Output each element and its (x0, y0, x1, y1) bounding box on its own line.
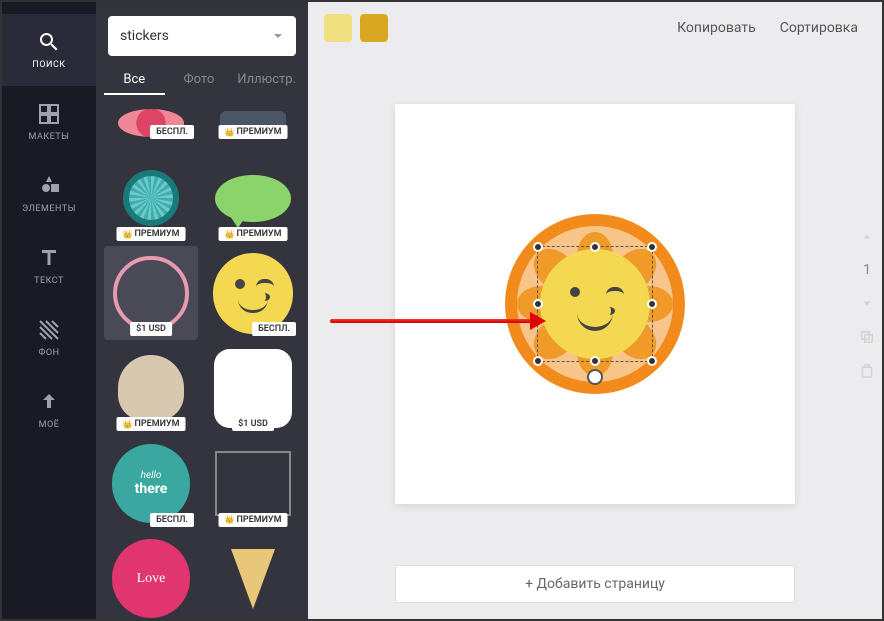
canvas-topbar: Копировать Сортировка (308, 2, 882, 54)
sticker-thumb[interactable] (206, 532, 300, 619)
sticker-thumb[interactable]: hellothereБЕСПЛ. (104, 437, 198, 531)
filter-tabs: Все Фото Иллюстр. (96, 66, 308, 103)
sticker-thumb[interactable]: ПРЕМИУМ (206, 151, 300, 245)
sticker-thumb[interactable]: ПРЕМИУМ (206, 437, 300, 531)
sticker-thumb[interactable]: БЕСПЛ. (104, 103, 198, 143)
search-input[interactable] (108, 16, 296, 56)
upload-icon (37, 390, 61, 414)
tool-text-label: ТЕКСТ (34, 276, 64, 286)
badge-free: БЕСПЛ. (252, 322, 296, 336)
rotate-handle[interactable] (587, 369, 603, 385)
badge-premium: ПРЕМИУМ (219, 227, 288, 241)
resize-handle[interactable] (533, 299, 543, 309)
tab-illustr[interactable]: Иллюстр. (233, 66, 300, 95)
color-swatch-1[interactable] (324, 14, 352, 42)
add-page-button[interactable]: + Добавить страницу (395, 565, 795, 603)
tool-text[interactable]: ТЕКСТ (2, 230, 96, 302)
background-icon (37, 318, 61, 342)
tool-layouts[interactable]: МАКЕТЫ (2, 86, 96, 158)
badge-free: БЕСПЛ. (150, 125, 194, 139)
tab-all[interactable]: Все (104, 66, 165, 95)
badge-price: $1 USD (130, 322, 172, 336)
sticker-gallery: БЕСПЛ. ПРЕМИУМ ПРЕМИУМ ПРЕМИУМ $1 USD БЕ… (96, 103, 308, 619)
tool-elements[interactable]: ЭЛЕМЕНТЫ (2, 158, 96, 230)
canvas-area: Копировать Сортировка (308, 2, 882, 619)
copy-link[interactable]: Копировать (669, 16, 764, 40)
side-panel: Все Фото Иллюстр. БЕСПЛ. ПРЕМИУМ ПРЕМИУМ… (96, 2, 308, 619)
tab-photo[interactable]: Фото (169, 66, 230, 95)
badge-premium: ПРЕМИУМ (117, 227, 186, 241)
badge-premium: ПРЕМИУМ (117, 417, 186, 431)
sticker-thumb[interactable]: $1 USD (104, 246, 198, 340)
badge-premium: ПРЕМИУМ (219, 513, 288, 527)
sticker-thumb[interactable]: ПРЕМИУМ (206, 103, 300, 143)
badge-premium: ПРЕМИУМ (219, 125, 288, 139)
layouts-icon (37, 102, 61, 126)
tool-elements-label: ЭЛЕМЕНТЫ (22, 204, 76, 214)
badge-price: $1 USD (232, 417, 274, 431)
chevron-up-icon[interactable] (858, 228, 876, 246)
resize-handle[interactable] (647, 242, 657, 252)
design-canvas[interactable] (395, 104, 795, 504)
text-icon (37, 246, 61, 270)
sticker-thumb[interactable]: ПРЕМИУМ (104, 341, 198, 435)
tool-layouts-label: МАКЕТЫ (29, 132, 70, 142)
resize-handle[interactable] (590, 356, 600, 366)
selection-box[interactable] (537, 246, 653, 362)
search-icon (37, 30, 61, 54)
sticker-thumb[interactable]: Love (104, 532, 198, 619)
badge-free: БЕСПЛ. (150, 513, 194, 527)
tool-search[interactable]: ПОИСК (2, 14, 96, 86)
resize-handle[interactable] (647, 299, 657, 309)
chevron-down-icon[interactable] (858, 294, 876, 312)
tool-background-label: ФОН (38, 348, 59, 358)
sort-link[interactable]: Сортировка (772, 16, 866, 40)
resize-handle[interactable] (533, 356, 543, 366)
sticker-thumb[interactable]: $1 USD (206, 341, 300, 435)
tool-uploads[interactable]: МОЁ (2, 374, 96, 446)
tool-background[interactable]: ФОН (2, 302, 96, 374)
color-swatch-2[interactable] (360, 14, 388, 42)
main-toolbar: ПОИСК МАКЕТЫ ЭЛЕМЕНТЫ ТЕКСТ ФОН МОЁ (2, 2, 96, 619)
duplicate-icon[interactable] (858, 328, 876, 346)
resize-handle[interactable] (647, 356, 657, 366)
resize-handle[interactable] (533, 242, 543, 252)
elements-icon (37, 174, 61, 198)
trash-icon[interactable] (858, 362, 876, 380)
sticker-thumb[interactable]: ПРЕМИУМ (104, 151, 198, 245)
resize-handle[interactable] (590, 242, 600, 252)
tool-uploads-label: МОЁ (39, 420, 60, 430)
page-number: 1 (863, 262, 871, 278)
tool-search-label: ПОИСК (32, 60, 65, 70)
page-rail: 1 (858, 228, 876, 380)
sticker-thumb-smiley[interactable]: БЕСПЛ. (206, 246, 300, 340)
